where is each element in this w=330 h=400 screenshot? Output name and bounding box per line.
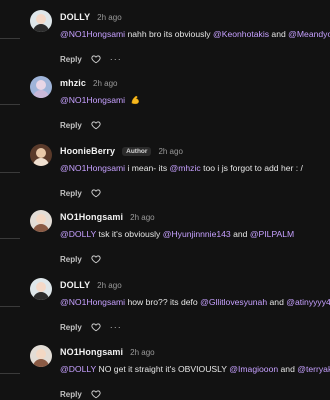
comment-text: @DOLLY NO get it straight it's OBVIOUSLY… bbox=[60, 364, 330, 374]
mention-link[interactable]: @Meandyou bbox=[288, 29, 330, 39]
timestamp: 2h ago bbox=[130, 212, 155, 222]
author-badge: Author bbox=[122, 146, 152, 156]
mention-link[interactable]: @DOLLY bbox=[60, 229, 96, 239]
comment-text: @NO1Hongsami how bro?? its defo @Gllitlo… bbox=[60, 297, 330, 307]
mention-link[interactable]: @mhzic bbox=[170, 163, 201, 173]
avatar[interactable] bbox=[30, 345, 52, 367]
reply-button[interactable]: Reply bbox=[60, 255, 82, 264]
timestamp: 2h ago bbox=[97, 12, 122, 22]
timestamp: 2h ago bbox=[93, 78, 118, 88]
avatar[interactable] bbox=[30, 278, 52, 300]
heart-icon[interactable] bbox=[91, 54, 101, 64]
avatar-face bbox=[36, 214, 46, 224]
mention-link[interactable]: @NO1Hongsami bbox=[60, 163, 125, 173]
avatar-body bbox=[33, 224, 49, 232]
comment-text-segment: and bbox=[230, 229, 250, 239]
mention-link[interactable]: @NO1Hongsami bbox=[60, 95, 125, 105]
timestamp: 2h ago bbox=[158, 146, 183, 156]
comment: NO1Hongsami 2h ago @DOLLY NO get it straig… bbox=[0, 345, 330, 400]
username[interactable]: DOLLY bbox=[60, 280, 90, 290]
username[interactable]: NO1Hongsami bbox=[60, 212, 123, 222]
comment-text-segment: and bbox=[278, 364, 298, 374]
comment-header: DOLLY 2h ago bbox=[60, 278, 122, 292]
heart-icon[interactable] bbox=[91, 389, 101, 399]
reply-button[interactable]: Reply bbox=[60, 323, 82, 332]
comment-text-segment: i mean- its bbox=[125, 163, 170, 173]
avatar-body bbox=[33, 359, 49, 367]
comment-actions: Reply bbox=[60, 388, 101, 400]
avatar-face bbox=[36, 282, 46, 292]
comment-header: HoonieBerry Author 2h ago bbox=[60, 144, 183, 158]
comment-text-segment: and bbox=[269, 29, 289, 39]
mention-link[interactable]: @NO1Hongsami bbox=[60, 297, 125, 307]
mention-link[interactable]: @Keonhotakis bbox=[213, 29, 269, 39]
comment-actions: Reply ··· bbox=[60, 53, 122, 65]
avatar-face bbox=[36, 349, 46, 359]
mention-link[interactable]: @terryaki bbox=[297, 364, 330, 374]
comment-text-segment: and bbox=[267, 297, 287, 307]
more-options-icon[interactable]: ··· bbox=[110, 323, 122, 332]
comment-text-segment: how bro?? its defo bbox=[125, 297, 201, 307]
comment: NO1Hongsami 2h ago @DOLLY tsk it's obvious… bbox=[0, 210, 330, 270]
heart-icon[interactable] bbox=[91, 188, 101, 198]
heart-icon[interactable] bbox=[91, 120, 101, 130]
comment-actions: Reply bbox=[60, 187, 101, 199]
comment-text: @DOLLY tsk it's obviously @Hyunjinnnie14… bbox=[60, 229, 294, 239]
avatar-face bbox=[36, 80, 46, 90]
mention-link[interactable]: @DOLLY bbox=[60, 364, 96, 374]
mention-link[interactable]: @Gllitlovesyunah bbox=[200, 297, 267, 307]
comment-text: @NO1Hongsami bbox=[60, 95, 141, 105]
comment-text-segment: too i js forgot to add her : / bbox=[200, 163, 303, 173]
comment-actions: Reply bbox=[60, 119, 101, 131]
comment-text: @NO1Hongsami nahh bro its obviously @Keo… bbox=[60, 29, 330, 39]
flexed-biceps-emoji-icon bbox=[132, 95, 140, 105]
mention-link[interactable]: @Imagiooon bbox=[229, 364, 278, 374]
avatar-face bbox=[36, 14, 46, 24]
mention-link[interactable]: @atinyyyy489o bbox=[286, 297, 330, 307]
username[interactable]: DOLLY bbox=[60, 12, 90, 22]
timestamp: 2h ago bbox=[130, 347, 155, 357]
username[interactable]: HoonieBerry bbox=[60, 146, 115, 156]
comment-text: @NO1Hongsami i mean- its @mhzic too i js… bbox=[60, 163, 303, 173]
comment: HoonieBerry Author 2h ago @NO1Hongsami i me… bbox=[0, 144, 330, 204]
username[interactable]: NO1Hongsami bbox=[60, 347, 123, 357]
comment: DOLLY 2h ago @NO1Hongsami how bro?? its de… bbox=[0, 278, 330, 338]
avatar-body bbox=[33, 158, 49, 166]
reply-button[interactable]: Reply bbox=[60, 390, 82, 399]
avatar[interactable] bbox=[30, 10, 52, 32]
avatar[interactable] bbox=[30, 144, 52, 166]
comment-header: NO1Hongsami 2h ago bbox=[60, 345, 155, 359]
comment-actions: Reply bbox=[60, 253, 101, 265]
mention-link[interactable]: @NO1Hongsami bbox=[60, 29, 125, 39]
avatar-face bbox=[36, 148, 46, 158]
comment: mhzic 2h ago @NO1Hongsami Reply bbox=[0, 76, 330, 136]
avatar-body bbox=[33, 24, 49, 32]
reply-button[interactable]: Reply bbox=[60, 189, 82, 198]
heart-icon[interactable] bbox=[91, 322, 101, 332]
more-options-icon[interactable]: ··· bbox=[110, 55, 122, 64]
reply-button[interactable]: Reply bbox=[60, 121, 82, 130]
comment-header: mhzic 2h ago bbox=[60, 76, 117, 90]
avatar-body bbox=[33, 90, 49, 98]
avatar[interactable] bbox=[30, 76, 52, 98]
avatar[interactable] bbox=[30, 210, 52, 232]
comment-header: NO1Hongsami 2h ago bbox=[60, 210, 155, 224]
comment-text-segment bbox=[125, 95, 127, 105]
comment-header: DOLLY 2h ago bbox=[60, 10, 122, 24]
comment-actions: Reply ··· bbox=[60, 321, 122, 333]
comment: DOLLY 2h ago @NO1Hongsami nahh bro its obv… bbox=[0, 10, 330, 70]
reply-button[interactable]: Reply bbox=[60, 55, 82, 64]
mention-link[interactable]: @Hyunjinnnie143 bbox=[163, 229, 231, 239]
mention-link[interactable]: @PILPALM bbox=[250, 229, 294, 239]
heart-icon[interactable] bbox=[91, 254, 101, 264]
timestamp: 2h ago bbox=[97, 280, 122, 290]
username[interactable]: mhzic bbox=[60, 78, 86, 88]
comment-text-segment: nahh bro its obviously bbox=[125, 29, 213, 39]
comment-text-segment: tsk it's obviously bbox=[96, 229, 163, 239]
comment-text-segment: NO get it straight it's OBVIOUSLY bbox=[96, 364, 230, 374]
avatar-body bbox=[33, 292, 49, 300]
